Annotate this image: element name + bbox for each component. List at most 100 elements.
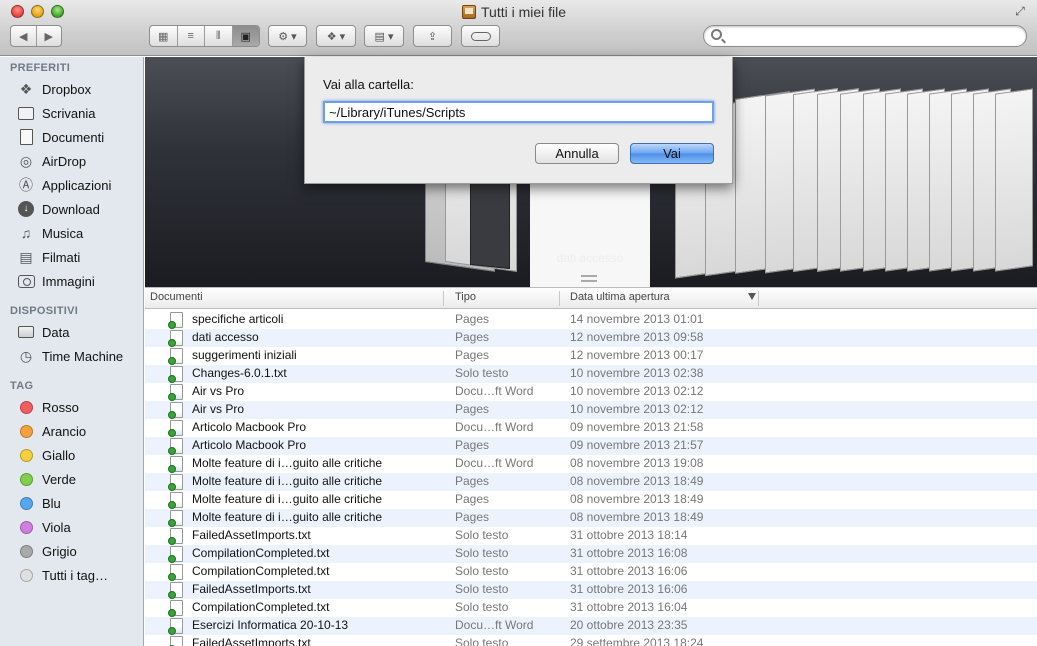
file-name: FailedAssetImports.txt bbox=[192, 528, 311, 542]
sidebar-item-applicazioni[interactable]: Ⓐ Applicazioni bbox=[16, 174, 111, 196]
coverflow-thumbnail[interactable] bbox=[995, 88, 1033, 272]
synced-badge-icon bbox=[168, 393, 176, 401]
synced-badge-icon bbox=[168, 411, 176, 419]
desktop-icon bbox=[16, 104, 36, 122]
table-row[interactable]: FailedAssetImports.txt Solo testo 31 ottob… bbox=[145, 581, 1037, 599]
file-type: Docu…ft Word bbox=[455, 618, 534, 632]
table-row[interactable]: Esercizi Informatica 20-10-13 Docu…ft Wor… bbox=[145, 617, 1037, 635]
sidebar-item-dropbox[interactable]: ❖ Dropbox bbox=[16, 78, 91, 100]
arrange-button[interactable]: ▤ ▾ bbox=[364, 25, 404, 47]
sidebar-item-documenti[interactable]: Documenti bbox=[16, 126, 104, 148]
sidebar-tag-arancio[interactable]: Arancio bbox=[16, 420, 86, 442]
search-field[interactable] bbox=[703, 25, 1027, 47]
table-row[interactable]: Articolo Macbook Pro Pages 09 novembre 201… bbox=[145, 437, 1037, 455]
sidebar-item-scrivania[interactable]: Scrivania bbox=[16, 102, 95, 124]
column-divider[interactable] bbox=[559, 291, 560, 306]
coverflow-caption: dati accesso bbox=[556, 251, 624, 265]
table-row[interactable]: FailedAssetImports.txt Solo testo 29 sette… bbox=[145, 635, 1037, 646]
sidebar-item-download[interactable]: ↓ Download bbox=[16, 198, 100, 220]
table-row[interactable]: Air vs Pro Docu…ft Word 10 novembre 2013 0… bbox=[145, 383, 1037, 401]
sidebar-item-data[interactable]: Data bbox=[16, 321, 69, 343]
synced-badge-icon bbox=[168, 321, 176, 329]
share-button[interactable]: ⇪ bbox=[413, 25, 452, 47]
sidebar-item-airdrop[interactable]: ◎ AirDrop bbox=[16, 150, 86, 172]
folder-path-input[interactable] bbox=[323, 101, 714, 123]
word-document-icon bbox=[168, 456, 183, 473]
sidebar-tag-blu[interactable]: Blu bbox=[16, 492, 61, 514]
synced-badge-icon bbox=[168, 537, 176, 545]
synced-badge-icon bbox=[168, 429, 176, 437]
table-row[interactable]: FailedAssetImports.txt Solo testo 31 ottob… bbox=[145, 527, 1037, 545]
column-divider[interactable] bbox=[443, 291, 444, 306]
sidebar-tag-giallo[interactable]: Giallo bbox=[16, 444, 75, 466]
sidebar-item-immagini[interactable]: Immagini bbox=[16, 270, 95, 292]
back-icon[interactable]: ◀ bbox=[11, 26, 37, 46]
column-divider[interactable] bbox=[758, 291, 759, 306]
sidebar-item-filmati[interactable]: ▤ Filmati bbox=[16, 246, 80, 268]
download-icon: ↓ bbox=[16, 200, 36, 218]
dropbox-toolbar-button[interactable]: ❖ ▾ bbox=[316, 25, 356, 47]
file-last-opened: 09 novembre 2013 21:57 bbox=[570, 438, 704, 452]
go-to-folder-dialog: Vai alla cartella: Annulla Vai bbox=[304, 57, 733, 184]
text-file-icon bbox=[168, 636, 183, 646]
table-row[interactable]: Air vs Pro Pages 10 novembre 2013 02:12 bbox=[145, 401, 1037, 419]
column-header-type[interactable]: Tipo bbox=[455, 291, 476, 303]
column-view-icon[interactable]: ⫴ bbox=[205, 26, 233, 46]
sidebar-tag-viola[interactable]: Viola bbox=[16, 516, 71, 538]
table-row[interactable]: Molte feature di i…guito alle critiche Pa… bbox=[145, 473, 1037, 491]
sidebar-item-time-machine[interactable]: ◷ Time Machine bbox=[16, 345, 123, 367]
tag-pill-icon bbox=[470, 31, 491, 41]
pages-document-icon bbox=[168, 492, 183, 509]
synced-badge-icon bbox=[168, 357, 176, 365]
close-window-button[interactable] bbox=[11, 5, 24, 18]
sidebar-tag-all[interactable]: Tutti i tag… bbox=[16, 564, 108, 586]
table-row[interactable]: Molte feature di i…guito alle critiche Do… bbox=[145, 455, 1037, 473]
cancel-button[interactable]: Annulla bbox=[535, 143, 619, 164]
file-last-opened: 08 novembre 2013 18:49 bbox=[570, 474, 704, 488]
file-type: Solo testo bbox=[455, 582, 509, 596]
table-row[interactable]: Molte feature di i…guito alle critiche Pa… bbox=[145, 491, 1037, 509]
table-row[interactable]: suggerimenti iniziali Pages 12 novembre 20… bbox=[145, 347, 1037, 365]
forward-icon[interactable]: ▶ bbox=[37, 26, 62, 46]
icon-view-icon[interactable]: ▦ bbox=[150, 26, 178, 46]
sidebar-tag-verde[interactable]: Verde bbox=[16, 468, 76, 490]
sidebar-tag-rosso[interactable]: Rosso bbox=[16, 396, 79, 418]
table-row[interactable]: Changes-6.0.1.txt Solo testo 10 novembre 2… bbox=[145, 365, 1037, 383]
sidebar-item-label: AirDrop bbox=[42, 153, 87, 169]
table-row[interactable]: CompilationCompleted.txt Solo testo 31 ott… bbox=[145, 563, 1037, 581]
action-gear-button[interactable]: ⚙ ▾ bbox=[268, 25, 307, 47]
purple-tag-icon bbox=[20, 520, 33, 534]
file-name: CompilationCompleted.txt bbox=[192, 546, 330, 560]
list-view-icon[interactable]: ≡ bbox=[178, 26, 205, 46]
zoom-window-button[interactable] bbox=[51, 5, 64, 18]
table-row[interactable]: dati accesso Pages 12 novembre 2013 09:58 bbox=[145, 329, 1037, 347]
fullscreen-icon[interactable]: ⤢ bbox=[1013, 4, 1027, 18]
tags-toolbar-button[interactable] bbox=[461, 25, 500, 47]
column-header-documents[interactable]: Documenti bbox=[150, 291, 203, 303]
go-button[interactable]: Vai bbox=[630, 143, 714, 164]
airdrop-icon: ◎ bbox=[19, 152, 33, 169]
coverflow-view-icon[interactable]: ▣ bbox=[232, 26, 259, 46]
search-input[interactable] bbox=[726, 28, 1016, 44]
text-file-icon bbox=[168, 600, 183, 617]
sidebar-item-musica[interactable]: ♫ Musica bbox=[16, 222, 83, 244]
file-last-opened: 31 ottobre 2013 16:06 bbox=[570, 582, 688, 596]
pages-document-icon bbox=[168, 510, 183, 527]
movies-icon: ▤ bbox=[19, 248, 33, 265]
file-type: Pages bbox=[455, 492, 490, 506]
minimize-window-button[interactable] bbox=[31, 5, 44, 18]
file-list: Documenti Tipo Data ultima apertura spec… bbox=[145, 287, 1037, 646]
sort-descending-icon bbox=[748, 293, 756, 300]
table-row[interactable]: CompilationCompleted.txt Solo testo 31 ott… bbox=[145, 545, 1037, 563]
file-last-opened: 10 novembre 2013 02:12 bbox=[570, 384, 704, 398]
table-row[interactable]: CompilationCompleted.txt Solo testo 31 ott… bbox=[145, 599, 1037, 617]
pages-document-icon bbox=[168, 474, 183, 491]
table-row[interactable]: Articolo Macbook Pro Docu…ft Word 09 novem… bbox=[145, 419, 1037, 437]
column-header-last-opened[interactable]: Data ultima apertura bbox=[570, 291, 670, 303]
coverflow-resize-handle[interactable] bbox=[581, 275, 597, 282]
file-last-opened: 10 novembre 2013 02:12 bbox=[570, 402, 704, 416]
sidebar-tag-grigio[interactable]: Grigio bbox=[16, 540, 77, 562]
table-row[interactable]: specifiche articoli Pages 14 novembre 2013… bbox=[145, 311, 1037, 329]
file-type: Solo testo bbox=[455, 546, 509, 560]
table-row[interactable]: Molte feature di i…guito alle critiche Pa… bbox=[145, 509, 1037, 527]
